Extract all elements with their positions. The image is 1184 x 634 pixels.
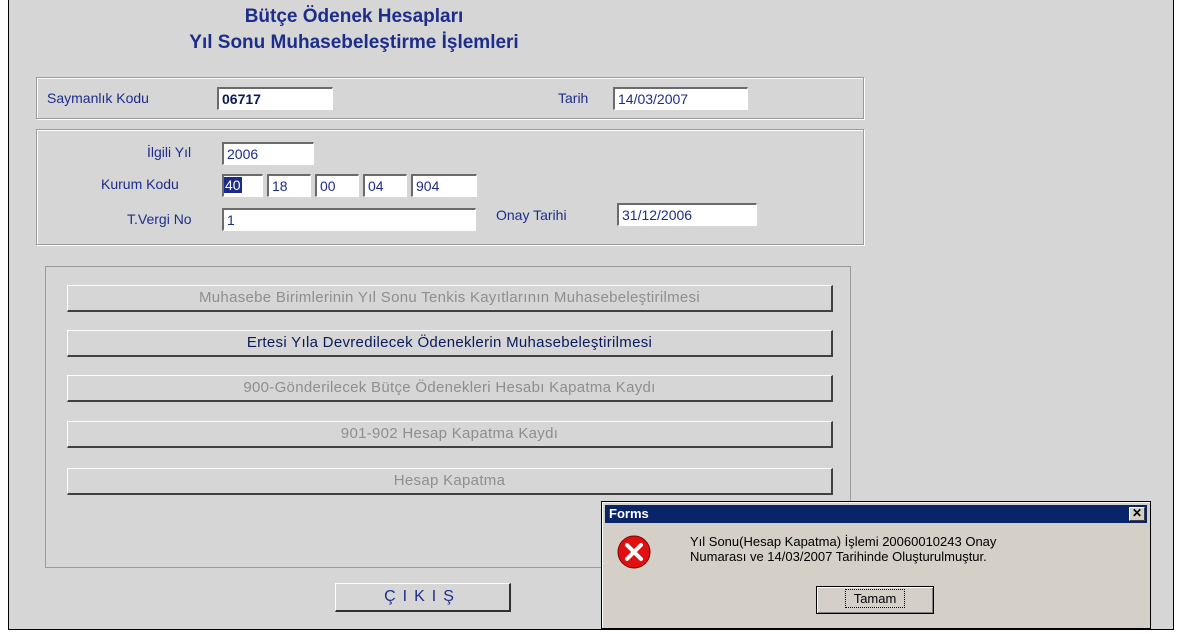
tarih-field[interactable]: 14/03/2007 — [613, 87, 748, 110]
kurum-kodu-label: Kurum Kodu — [101, 176, 179, 192]
form-title-line2: Yıl Sonu Muhasebeleştirme İşlemleri — [189, 32, 519, 53]
vergi-no-label: T.Vergi No — [127, 211, 192, 227]
devredilecek-button[interactable]: Ertesi Yıla Devredilecek Ödeneklerin Muh… — [67, 330, 833, 357]
hesap-kapatma-button[interactable]: Hesap Kapatma — [67, 468, 833, 495]
dialog-message-line1: Yıl Sonu(Hesap Kapatma) İşlemi 200600102… — [690, 534, 997, 549]
ok-button[interactable]: Tamam — [816, 586, 934, 614]
ok-button-label: Tamam — [844, 589, 906, 608]
vergi-no-field[interactable]: 1 — [222, 208, 476, 231]
kurum-kodu-field-2[interactable]: 18 — [267, 174, 311, 197]
form-title-line1: Bütçe Ödenek Hesapları — [244, 6, 464, 27]
kurum-kodu-field-3[interactable]: 00 — [315, 174, 359, 197]
kurum-kodu-field-1[interactable]: 40 — [222, 174, 263, 197]
onay-tarihi-label: Onay Tarihi — [496, 207, 567, 223]
error-icon — [617, 535, 651, 569]
dialog-message-line2: Numarası ve 14/03/2007 Tarihinde Oluştur… — [690, 549, 987, 564]
forms-dialog: Forms ✕ Yıl Sonu(Hesap Kapatma) İşlemi 2… — [601, 501, 1151, 629]
kapatma-900-button[interactable]: 900-Gönderilecek Bütçe Ödenekleri Hesabı… — [67, 375, 833, 402]
tenkis-button[interactable]: Muhasebe Birimlerinin Yıl Sonu Tenkis Ka… — [67, 285, 833, 312]
dialog-message: Yıl Sonu(Hesap Kapatma) İşlemi 200600102… — [690, 534, 1140, 564]
onay-tarihi-field[interactable]: 31/12/2006 — [617, 203, 757, 226]
tarih-label: Tarih — [558, 90, 589, 106]
ilgili-yil-field[interactable]: 2006 — [222, 142, 314, 165]
ilgili-yil-label: İlgili Yıl — [147, 144, 192, 160]
kapatma-901-902-button[interactable]: 901-902 Hesap Kapatma Kaydı — [67, 421, 833, 448]
exit-button[interactable]: ÇIKIŞ — [335, 583, 511, 612]
header-panel: Saymanlık Kodu 06717 Tarih 14/03/2007 — [36, 77, 864, 119]
kurum-kodu-field-4[interactable]: 04 — [363, 174, 407, 197]
kurum-kodu-field-5[interactable]: 904 — [411, 174, 477, 197]
saymanlik-field[interactable]: 06717 — [217, 87, 333, 110]
saymanlik-label: Saymanlık Kodu — [47, 90, 149, 106]
dialog-titlebar: Forms ✕ — [605, 505, 1147, 523]
details-panel: İlgili Yıl 2006 Kurum Kodu 40 18 00 04 9… — [36, 129, 864, 245]
dialog-title: Forms — [609, 506, 649, 521]
close-icon[interactable]: ✕ — [1129, 507, 1145, 521]
